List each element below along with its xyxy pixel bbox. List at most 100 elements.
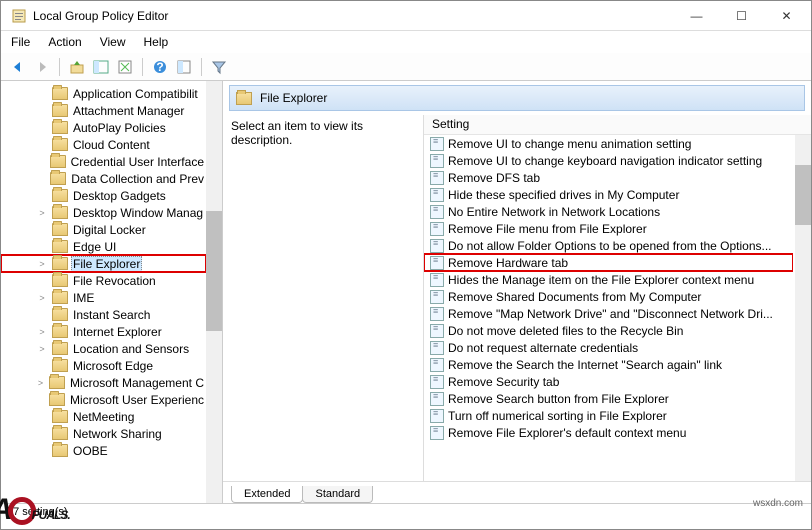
tree-item[interactable]: Attachment Manager (1, 102, 206, 119)
expand-icon[interactable] (35, 172, 47, 186)
expand-icon[interactable]: > (35, 376, 46, 390)
expand-icon[interactable] (35, 138, 49, 152)
setting-item[interactable]: Do not move deleted files to the Recycle… (424, 322, 793, 339)
expand-icon[interactable] (35, 427, 49, 441)
tree-item[interactable]: OOBE (1, 442, 206, 459)
expand-icon[interactable] (35, 410, 49, 424)
setting-item[interactable]: Remove Search button from File Explorer (424, 390, 793, 407)
menu-action[interactable]: Action (42, 33, 87, 51)
menu-help[interactable]: Help (138, 33, 175, 51)
list-scroll-thumb[interactable] (795, 165, 811, 225)
setting-item[interactable]: Remove UI to change menu animation setti… (424, 135, 793, 152)
expand-icon[interactable] (35, 240, 49, 254)
setting-item[interactable]: No Entire Network in Network Locations (424, 203, 793, 220)
tree-item[interactable]: Cloud Content (1, 136, 206, 153)
app-icon (11, 8, 27, 24)
setting-item[interactable]: Remove Security tab (424, 373, 793, 390)
back-button[interactable] (7, 56, 29, 78)
expand-icon[interactable] (35, 223, 49, 237)
setting-item[interactable]: Remove File menu from File Explorer (424, 220, 793, 237)
titlebar: Local Group Policy Editor — ☐ ✕ (1, 1, 811, 31)
help-button[interactable]: ? (149, 56, 171, 78)
expand-icon[interactable]: > (35, 342, 49, 356)
tree-item[interactable]: AutoPlay Policies (1, 119, 206, 136)
filter-button[interactable] (208, 56, 230, 78)
svg-text:?: ? (156, 60, 163, 74)
tree-item[interactable]: Edge UI (1, 238, 206, 255)
setting-item[interactable]: Remove DFS tab (424, 169, 793, 186)
tree-item[interactable]: Microsoft User Experienc (1, 391, 206, 408)
expand-icon[interactable] (35, 121, 49, 135)
setting-item[interactable]: Remove Hardware tab (424, 254, 793, 271)
properties-button[interactable] (173, 56, 195, 78)
tree-item[interactable]: >Internet Explorer (1, 323, 206, 340)
expand-icon[interactable]: > (35, 325, 49, 339)
expand-icon[interactable]: > (35, 257, 49, 271)
tree-item[interactable]: >Desktop Window Manag (1, 204, 206, 221)
up-button[interactable] (66, 56, 88, 78)
expand-icon[interactable]: > (35, 291, 49, 305)
folder-icon (52, 206, 68, 219)
folder-icon (52, 444, 68, 457)
setting-item[interactable]: Remove "Map Network Drive" and "Disconne… (424, 305, 793, 322)
statusbar: 47 setting(s) (1, 503, 811, 523)
forward-button[interactable] (31, 56, 53, 78)
tree-item[interactable]: Digital Locker (1, 221, 206, 238)
expand-icon[interactable] (35, 359, 49, 373)
folder-icon (52, 257, 68, 270)
right-pane: File Explorer Select an item to view its… (223, 81, 811, 503)
maximize-button[interactable]: ☐ (719, 2, 764, 30)
expand-icon[interactable] (35, 189, 49, 203)
tab-extended[interactable]: Extended (231, 486, 303, 503)
tree-item[interactable]: NetMeeting (1, 408, 206, 425)
setting-item[interactable]: Hides the Manage item on the File Explor… (424, 271, 793, 288)
tree-item[interactable]: Data Collection and Prev (1, 170, 206, 187)
menu-view[interactable]: View (94, 33, 132, 51)
menu-file[interactable]: File (5, 33, 36, 51)
tree-item[interactable]: Credential User Interface (1, 153, 206, 170)
tab-standard[interactable]: Standard (302, 486, 373, 503)
setting-item[interactable]: Remove File Explorer's default context m… (424, 424, 793, 441)
tree-item[interactable]: >Microsoft Management C (1, 374, 206, 391)
list-scrollbar[interactable] (795, 135, 811, 481)
setting-icon (430, 171, 444, 185)
expand-icon[interactable] (35, 87, 49, 101)
tree-scroll-thumb[interactable] (206, 211, 222, 331)
tree-item[interactable]: Microsoft Edge (1, 357, 206, 374)
expand-icon[interactable] (35, 274, 49, 288)
setting-item[interactable]: Do not allow Folder Options to be opened… (424, 237, 793, 254)
setting-item[interactable]: Remove Shared Documents from My Computer (424, 288, 793, 305)
setting-item[interactable]: Remove UI to change keyboard navigation … (424, 152, 793, 169)
setting-icon (430, 409, 444, 423)
tree-item[interactable]: Instant Search (1, 306, 206, 323)
tree-item[interactable]: >IME (1, 289, 206, 306)
setting-label: Hides the Manage item on the File Explor… (448, 273, 754, 287)
settings-list: Setting Remove UI to change menu animati… (423, 115, 811, 481)
close-button[interactable]: ✕ (764, 2, 809, 30)
tree-item[interactable]: Network Sharing (1, 425, 206, 442)
setting-item[interactable]: Turn off numerical sorting in File Explo… (424, 407, 793, 424)
expand-icon[interactable] (35, 444, 49, 458)
setting-item[interactable]: Remove the Search the Internet "Search a… (424, 356, 793, 373)
tree-item[interactable]: >File Explorer (1, 255, 206, 272)
tree-item[interactable]: File Revocation (1, 272, 206, 289)
show-tree-button[interactable] (90, 56, 112, 78)
toolbar: ? (1, 53, 811, 81)
setting-item[interactable]: Do not request alternate credentials (424, 339, 793, 356)
expand-icon[interactable]: > (35, 206, 49, 220)
description-pane: Select an item to view its description. (223, 115, 423, 481)
column-setting[interactable]: Setting (424, 115, 811, 135)
folder-icon (52, 410, 68, 423)
setting-item[interactable]: Hide these specified drives in My Comput… (424, 186, 793, 203)
tree-item[interactable]: Desktop Gadgets (1, 187, 206, 204)
tree-item[interactable]: >Location and Sensors (1, 340, 206, 357)
tree-scrollbar[interactable] (206, 81, 222, 503)
tree-item-label: Instant Search (71, 308, 152, 322)
expand-icon[interactable] (35, 155, 47, 169)
expand-icon[interactable] (35, 393, 46, 407)
minimize-button[interactable]: — (674, 2, 719, 30)
expand-icon[interactable] (35, 308, 49, 322)
tree-item[interactable]: Application Compatibilit (1, 85, 206, 102)
refresh-button[interactable] (114, 56, 136, 78)
expand-icon[interactable] (35, 104, 49, 118)
